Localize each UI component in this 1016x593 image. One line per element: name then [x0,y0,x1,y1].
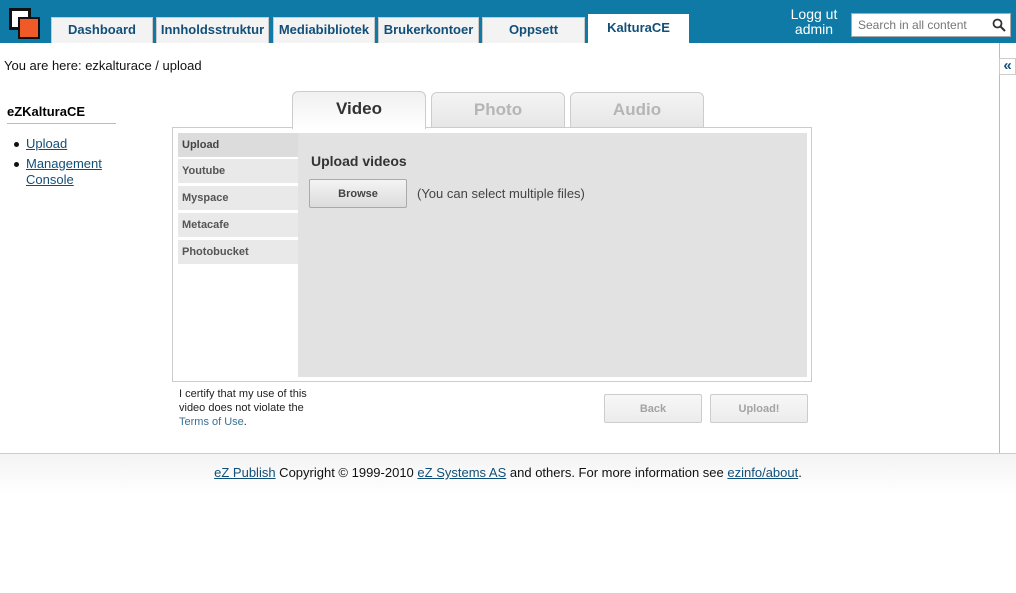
tab-brukerkontoer[interactable]: Brukerkontoer [378,17,479,43]
breadcrumb: You are here: ezkalturace / upload [4,58,202,73]
search-box [851,13,1011,37]
media-tab-video[interactable]: Video [292,91,426,129]
footer-end: . [798,465,802,480]
ez-systems-link[interactable]: eZ Systems AS [417,465,506,480]
footer-copyright: Copyright © 1999-2010 [275,465,418,480]
user-menu: Logg ut admin [778,7,850,37]
certification-statement: I certify that my use of this video does… [179,388,307,414]
certification-text: I certify that my use of this video does… [179,387,309,429]
search-input[interactable] [852,14,990,36]
source-menu-photobucket[interactable]: Photobucket [178,240,298,264]
upload-button[interactable]: Upload! [710,394,808,423]
sidebar-menu: Upload Management Console [13,136,123,192]
media-tab-photo[interactable]: Photo [431,92,565,128]
tab-innholdsstruktur[interactable]: Innholdsstruktur [156,17,269,43]
multiple-files-note: (You can select multiple files) [417,186,585,201]
back-button[interactable]: Back [604,394,702,423]
sidebar-title: eZKalturaCE [7,104,86,119]
source-menu-metacafe[interactable]: Metacafe [178,213,298,237]
tab-mediabibliotek[interactable]: Mediabibliotek [273,17,375,43]
right-divider [999,43,1000,453]
top-header: Dashboard Innholdsstruktur Mediabibliote… [0,0,1016,43]
collapse-right-panel-button[interactable]: « [999,58,1016,75]
source-menu: Upload Youtube Myspace Metacafe Photobuc… [178,133,298,267]
sidebar-item-management-console: Management Console [13,156,123,188]
ez-publish-link[interactable]: eZ Publish [214,465,275,480]
upload-heading: Upload videos [311,153,407,169]
footer-more-info: and others. For more information see [506,465,728,480]
management-console-link[interactable]: Management Console [26,156,102,187]
upload-content-area: Upload videos Browse (You can select mul… [298,133,807,377]
upload-panel: Upload Youtube Myspace Metacafe Photobuc… [172,127,812,382]
terms-of-use-link[interactable]: Terms of Use [179,416,244,428]
ez-logo-icon[interactable] [9,8,41,40]
media-tab-audio[interactable]: Audio [570,92,704,128]
sidebar-item-upload: Upload [13,136,123,152]
search-icon[interactable] [992,18,1006,32]
source-menu-youtube[interactable]: Youtube [178,159,298,183]
sidebar-divider [7,123,116,124]
tab-dashboard[interactable]: Dashboard [51,17,153,43]
tab-kalturace[interactable]: KalturaCE [588,14,689,43]
source-menu-upload[interactable]: Upload [178,133,298,157]
tab-oppsett[interactable]: Oppsett [482,17,585,43]
username-label: admin [794,21,834,37]
upload-link[interactable]: Upload [26,136,67,151]
logout-link[interactable]: Logg ut [778,7,850,22]
certification-end: . [243,416,247,428]
footer: eZ Publish Copyright © 1999-2010 eZ Syst… [0,465,1016,480]
source-menu-myspace[interactable]: Myspace [178,186,298,210]
ezinfo-about-link[interactable]: ezinfo/about [727,465,798,480]
browse-button[interactable]: Browse [309,179,407,208]
